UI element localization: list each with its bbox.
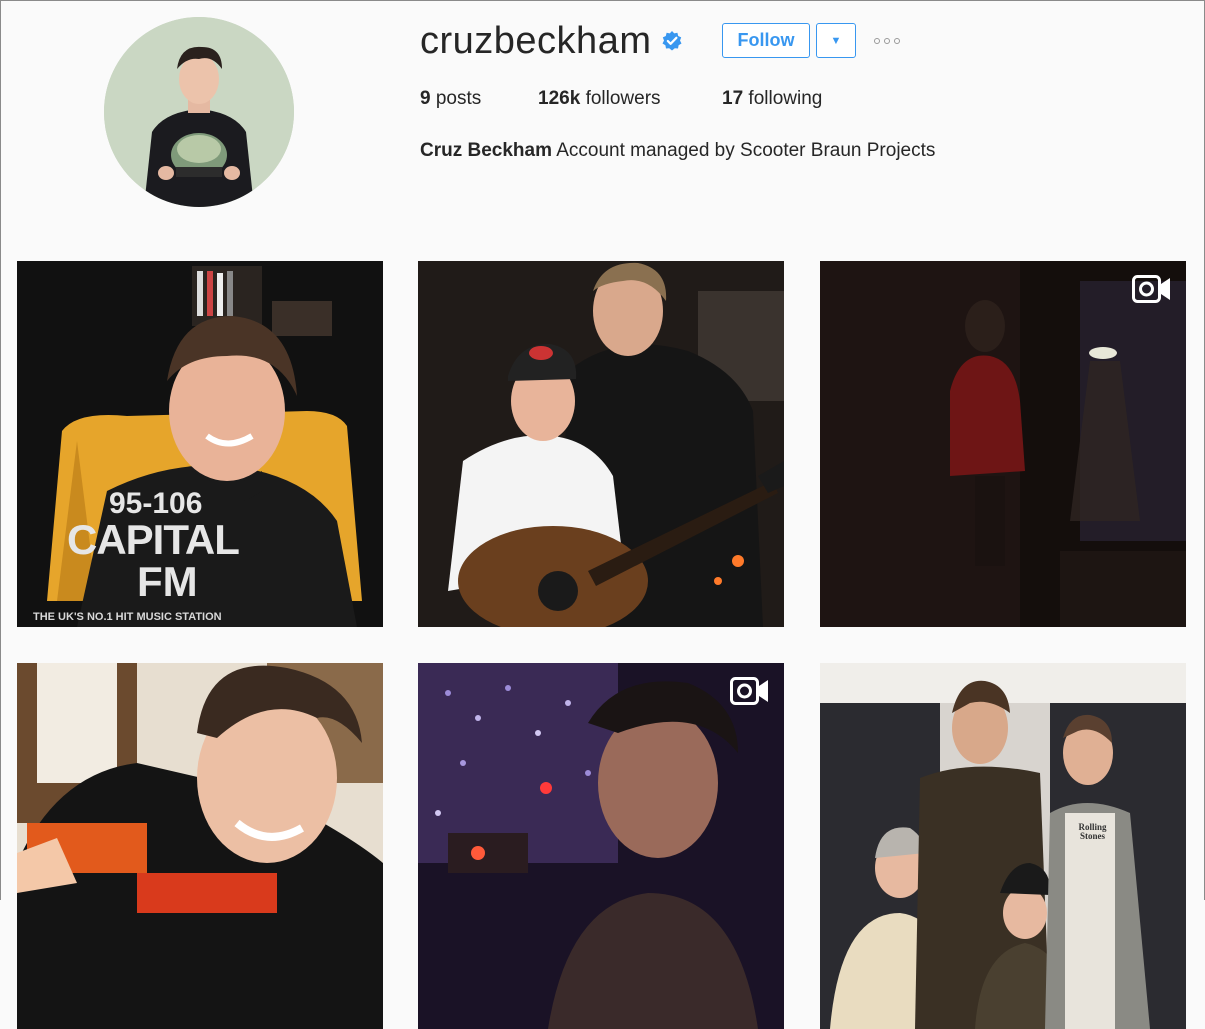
verified-badge-icon xyxy=(661,30,683,52)
following-stat[interactable]: 17 following xyxy=(722,88,822,110)
follow-button[interactable]: Follow xyxy=(722,23,810,58)
posts-stat: 9 posts xyxy=(420,88,538,110)
post-tile[interactable] xyxy=(418,261,784,627)
followers-stat[interactable]: 126k followers xyxy=(538,88,722,110)
profile-stats: 9 posts 126k followers 17 following xyxy=(420,88,822,110)
options-button[interactable] xyxy=(874,35,906,47)
posts-count: 9 xyxy=(420,88,431,109)
profile-bio: Cruz Beckham Account managed by Scooter … xyxy=(420,140,935,162)
logo-station: CAPITAL xyxy=(67,516,240,563)
caret-down-icon: ▼ xyxy=(830,34,842,47)
post-tile[interactable] xyxy=(820,261,1186,627)
video-camera-icon xyxy=(1132,275,1170,303)
suggestions-dropdown-button[interactable]: ▼ xyxy=(816,23,856,58)
video-camera-icon xyxy=(730,677,768,705)
ellipsis-dot xyxy=(884,38,890,44)
bio-text: Account managed by Scooter Braun Project… xyxy=(556,140,936,161)
shirt-print-text: Rolling Stones xyxy=(1078,822,1107,841)
followers-label: followers xyxy=(585,88,661,109)
followers-count: 126k xyxy=(538,88,581,109)
post-tile[interactable] xyxy=(17,663,383,1029)
posts-label: posts xyxy=(435,88,482,109)
post-tile[interactable]: Rolling Stones xyxy=(820,663,1186,1029)
logo-frequency: 95-106 xyxy=(109,487,203,520)
post-tile[interactable] xyxy=(418,663,784,1029)
bio-full-name: Cruz Beckham xyxy=(420,140,552,161)
profile-avatar[interactable] xyxy=(104,17,294,207)
ellipsis-dot xyxy=(894,38,900,44)
logo-tagline: THE UK'S NO.1 HIT MUSIC STATION xyxy=(33,611,222,623)
ellipsis-icon xyxy=(874,38,880,44)
following-label: following xyxy=(748,88,823,109)
username: cruzbeckham xyxy=(420,19,652,62)
following-count: 17 xyxy=(722,88,744,109)
username-row: cruzbeckham xyxy=(420,18,683,64)
post-tile[interactable]: 95-106 CAPITAL FM THE UK'S NO.1 HIT MUSI… xyxy=(17,261,383,627)
capital-fm-logo: 95-106 CAPITAL FM xyxy=(67,487,240,605)
logo-fm: FM xyxy=(137,558,198,605)
